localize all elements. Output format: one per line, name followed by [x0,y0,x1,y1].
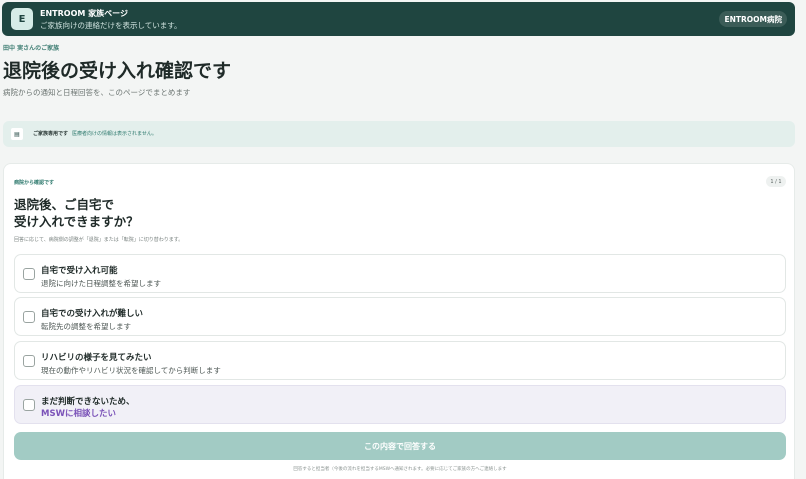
question-card: 病院から確認です 1 / 1 退院後、ご自宅で 受け入れできますか？ 回答に応じ… [3,163,795,479]
page-subtitle: 病院からの通知と日程回答を、このページでまとめます [3,88,191,97]
option-title: 自宅での受け入れが難しい [41,309,144,319]
question-counter: 1 / 1 [766,176,786,187]
app-logo: E [11,8,33,30]
option-desc: 現在の動作やリハビリ状況を確認してから判断します [41,366,221,375]
page-title: 退院後の受け入れ確認です [3,60,232,82]
top-header: E ENTROOM 家族ページ ご家族向けの連絡だけを表示しています。 ENTR… [2,2,795,36]
question-line-1: 退院後、ご自宅で [14,197,115,212]
question-title: 退院後、ご自宅で 受け入れできますか？ [14,196,139,230]
checkbox[interactable] [23,399,35,411]
family-only-notice: ▤ ご家族専用です 医療者向けの情報は表示されません。 [3,121,795,147]
submit-answer-button[interactable]: この内容で回答する [14,432,786,460]
hospital-badge[interactable]: ENTROOM病院 [719,11,787,27]
option-desc: 退院に向けた日程調整を希望します [41,279,161,288]
option-see-rehab[interactable]: リハビリの様子を見てみたい 現在の動作やリハビリ状況を確認してから判断します [14,341,786,380]
option-title: まだ判断できないため、 [41,397,135,407]
notice-label: ご家族専用です [33,131,69,137]
header-title: ENTROOM 家族ページ [40,9,128,18]
option-home-ok[interactable]: 自宅で受け入れ可能 退院に向けた日程調整を希望します [14,254,786,293]
question-line-2: 受け入れできますか？ [14,214,139,229]
option-home-difficult[interactable]: 自宅での受け入れが難しい 転院先の調整を希望します [14,297,786,336]
option-title: 自宅で受け入れ可能 [41,266,118,276]
notice-text: ご家族専用です 医療者向けの情報は表示されません。 [33,130,157,137]
breadcrumb: 田中 実さんのご家族 [3,45,60,52]
option-desc: MSWに相談したい [41,409,116,419]
option-consult-msw[interactable]: まだ判断できないため、 MSWに相談したい [14,385,786,424]
checkbox[interactable] [23,268,35,280]
question-hint: 回答に応じて、病院側の調整が「退院」または「転院」に切り替わります。 [14,237,184,243]
option-desc: 転院先の調整を希望します [41,322,131,331]
option-title: リハビリの様子を見てみたい [41,353,152,363]
doc-icon: ▤ [11,128,23,140]
footnote: 回答すると担当者（今後の流れを担当するMSWへ通知されます。必要に応じてご家族の… [293,467,507,472]
checkbox[interactable] [23,311,35,323]
header-subtitle: ご家族向けの連絡だけを表示しています。 [40,21,182,30]
card-eyebrow: 病院から確認です [14,180,55,186]
notice-detail: 医療者向けの情報は表示されません。 [72,131,157,137]
checkbox[interactable] [23,355,35,367]
